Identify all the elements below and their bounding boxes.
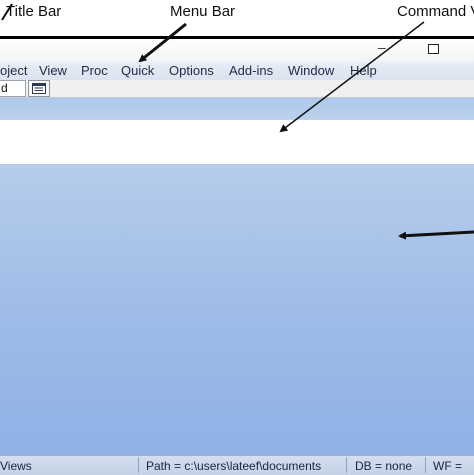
command-window-annotation: Command V — [397, 3, 474, 20]
menu-item-window[interactable]: Window — [288, 63, 334, 78]
toolbar-window-button[interactable] — [28, 80, 50, 97]
menu-item-options[interactable]: Options — [169, 63, 214, 78]
command-window[interactable] — [0, 120, 474, 165]
menu-bar-annotation: Menu Bar — [170, 3, 236, 20]
annotation-area: Title Bar Menu Bar Command V — [0, 0, 474, 36]
window-list-icon — [32, 83, 46, 94]
title-bar: – — [0, 36, 474, 62]
workspace-area — [0, 165, 474, 455]
status-path: Path = c:\users\lateef\documents — [146, 459, 322, 473]
toolbar: d — [0, 80, 474, 98]
menu-item-add-ins[interactable]: Add-ins — [229, 63, 273, 78]
status-wf: WF = — [433, 459, 462, 473]
minimize-button[interactable]: – — [378, 40, 386, 54]
status-bar: Views Path = c:\users\lateef\documents D… — [0, 455, 474, 475]
menu-item-proc[interactable]: Proc — [81, 63, 108, 78]
status-db: DB = none — [355, 459, 413, 473]
menu-item-view[interactable]: View — [39, 63, 67, 78]
status-divider — [425, 457, 426, 473]
menu-bar: oject View Proc Quick Options Add-ins Wi… — [0, 62, 474, 81]
maximize-button[interactable] — [428, 44, 439, 54]
menu-item-quick[interactable]: Quick — [121, 63, 154, 78]
menu-item-project[interactable]: oject — [0, 63, 27, 78]
status-views: Views — [0, 459, 32, 473]
command-window-header — [0, 98, 474, 120]
status-divider — [138, 457, 139, 473]
title-bar-annotation: Title Bar — [6, 3, 62, 20]
toolbar-input[interactable]: d — [0, 80, 26, 97]
menu-item-help[interactable]: Help — [350, 63, 377, 78]
status-divider — [346, 457, 347, 473]
